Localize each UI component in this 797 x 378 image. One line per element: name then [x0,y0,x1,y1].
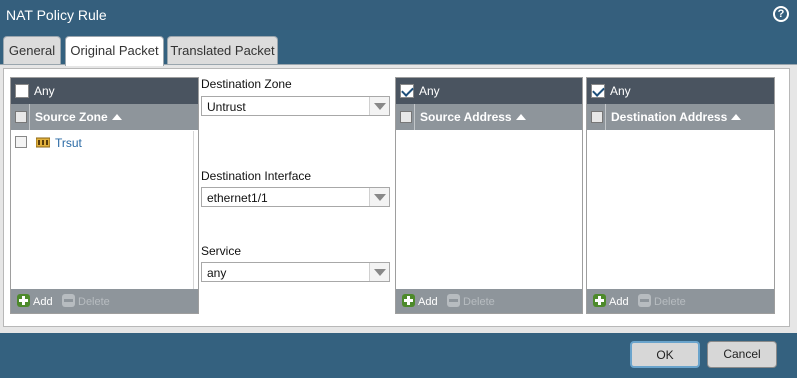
title-bar: NAT Policy Rule ? [0,0,797,30]
cancel-button[interactable]: Cancel [707,341,777,368]
tab-panel: Any Source Zone Trsut Add Delete Destina… [0,64,797,333]
header-divider [605,104,606,130]
chevron-down-icon[interactable] [369,97,389,115]
header-divider [29,104,30,130]
source-address-header[interactable]: Source Address [396,104,582,130]
add-label: Add [418,296,438,308]
source-zone-header[interactable]: Source Zone [11,104,198,130]
source-zone-any-bar: Any [11,78,198,104]
delete-icon [638,294,651,307]
chevron-down-icon[interactable] [369,188,389,206]
source-address-any-label: Any [419,84,440,98]
destination-address-header-label: Destination Address [611,110,728,124]
add-icon [593,294,606,307]
add-source-zone-button[interactable]: Add [17,294,53,308]
destination-address-column-header[interactable]: Destination Address [611,110,742,124]
destination-interface-label: Destination Interface [201,169,312,183]
source-zone-column-header[interactable]: Source Zone [35,110,122,124]
add-destination-address-button[interactable]: Add [593,294,629,308]
original-packet-form: Any Source Zone Trsut Add Delete Destina… [3,68,790,327]
delete-label: Delete [78,296,110,308]
destination-interface-value: ethernet1/1 [207,191,268,205]
source-zone-footer: Add Delete [11,289,198,313]
sort-ascending-icon[interactable] [515,114,526,120]
source-zone-header-label: Source Zone [35,110,108,124]
tab-original-packet[interactable]: Original Packet [65,36,164,66]
delete-source-zone-button[interactable]: Delete [62,294,110,308]
delete-label: Delete [654,296,686,308]
source-address-select-all-checkbox[interactable] [400,111,412,123]
source-zone-box: Any Source Zone Trsut Add Delete [10,77,199,314]
add-label: Add [609,296,629,308]
source-zone-link[interactable]: Trsut [55,136,82,150]
destination-address-any-label: Any [610,84,631,98]
delete-source-address-button[interactable]: Delete [447,294,495,308]
ok-button[interactable]: OK [630,341,700,368]
delete-label: Delete [463,296,495,308]
source-address-footer: Add Delete [396,289,582,313]
add-source-address-button[interactable]: Add [402,294,438,308]
source-zone-select-all-checkbox[interactable] [15,111,27,123]
tab-general[interactable]: General [3,36,61,65]
help-icon[interactable]: ? [773,6,789,22]
destination-address-any-bar: Any [587,78,774,104]
destination-interface-select[interactable]: ethernet1/1 [201,187,390,207]
dialog-title: NAT Policy Rule [6,7,107,23]
destination-address-box: Any Destination Address Add Delete [586,77,775,314]
destination-zone-select[interactable]: Untrust [201,96,390,116]
delete-icon [447,294,460,307]
source-address-any-checkbox[interactable] [400,84,414,98]
sort-ascending-icon[interactable] [731,114,742,120]
row-checkbox[interactable] [15,136,27,148]
source-address-header-label: Source Address [420,110,512,124]
list-item: Trsut [11,131,198,153]
list-column-divider [193,131,194,291]
destination-address-footer: Add Delete [587,289,774,313]
destination-address-any-checkbox[interactable] [591,84,605,98]
delete-destination-address-button[interactable]: Delete [638,294,686,308]
destination-address-header[interactable]: Destination Address [587,104,774,130]
source-address-box: Any Source Address Add Delete [395,77,583,314]
sort-ascending-icon[interactable] [111,114,122,120]
add-icon [402,294,415,307]
header-divider [414,104,415,130]
add-label: Add [33,296,53,308]
service-value: any [207,266,227,280]
source-address-column-header[interactable]: Source Address [420,110,526,124]
source-zone-any-label: Any [34,84,55,98]
source-address-any-bar: Any [396,78,582,104]
delete-icon [62,294,75,307]
zone-icon [36,137,50,148]
chevron-down-icon[interactable] [369,263,389,281]
service-label: Service [201,244,242,258]
destination-zone-value: Untrust [207,100,246,114]
source-zone-any-checkbox[interactable] [15,84,29,98]
destination-address-select-all-checkbox[interactable] [591,111,603,123]
destination-zone-label: Destination Zone [201,77,292,91]
tab-translated-packet[interactable]: Translated Packet [167,36,278,65]
add-icon [17,294,30,307]
service-select[interactable]: any [201,262,390,282]
